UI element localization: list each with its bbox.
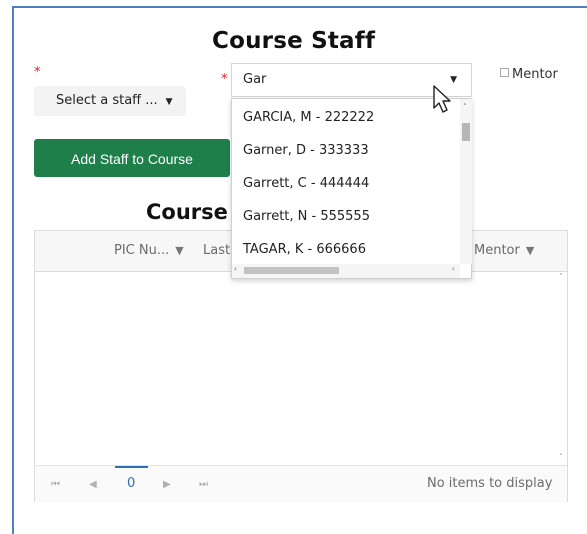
- page-title: Course Staff: [212, 28, 376, 54]
- mentor-checkbox-label: Mentor: [512, 67, 558, 82]
- scroll-down-icon[interactable]: ˅: [559, 453, 563, 461]
- grid-scrollbar[interactable]: ˄ ˅: [559, 271, 567, 465]
- required-marker-staff: *: [34, 65, 41, 80]
- scroll-left-icon[interactable]: ‹: [234, 265, 237, 273]
- column-label: Mentor: [474, 243, 520, 258]
- checkbox-box[interactable]: [500, 68, 509, 77]
- chevron-down-icon: ▼: [165, 97, 173, 107]
- dropdown-option[interactable]: Garner, D - 333333: [232, 134, 460, 167]
- column-label: PIC Nu...: [114, 243, 170, 258]
- section-title: Course: [146, 200, 228, 224]
- dropdown-option[interactable]: TAGAR, K - 666666: [232, 233, 460, 266]
- staff-select-value: Select a staff ...: [56, 93, 158, 108]
- current-page-indicator: [115, 466, 148, 468]
- pager-status: No items to display: [427, 476, 553, 491]
- dropdown-horizontal-scrollbar[interactable]: ‹ ›: [232, 264, 460, 278]
- required-marker-role: *: [221, 72, 228, 87]
- mouse-pointer-icon: [433, 85, 451, 113]
- scroll-thumb[interactable]: [462, 123, 470, 141]
- scroll-up-icon[interactable]: ˄: [463, 103, 467, 111]
- dropdown-option[interactable]: GARCIA, M - 222222: [232, 101, 460, 134]
- column-label: Last: [203, 243, 231, 258]
- grid-pager: ⏮ ◀ 0 ▶ ⏭ No items to display: [35, 465, 567, 502]
- filter-icon[interactable]: ▼: [175, 244, 183, 257]
- page-number[interactable]: 0: [127, 476, 135, 491]
- column-header-mentor[interactable]: Mentor ▼: [474, 243, 534, 258]
- dropdown-vertical-scrollbar[interactable]: ˄: [460, 99, 472, 264]
- first-page-icon[interactable]: ⏮: [51, 479, 60, 490]
- add-staff-button[interactable]: Add Staff to Course: [34, 139, 230, 177]
- dropdown-option[interactable]: Garrett, C - 444444: [232, 167, 460, 200]
- dropdown-option[interactable]: Garrett, N - 555555: [232, 200, 460, 233]
- last-page-icon[interactable]: ⏭: [199, 479, 208, 490]
- combobox-value: Gar: [243, 72, 267, 87]
- scroll-up-icon[interactable]: ˄: [559, 273, 563, 281]
- prev-page-icon[interactable]: ◀: [89, 479, 97, 490]
- filter-icon[interactable]: ▼: [526, 244, 534, 257]
- column-header-pic[interactable]: PIC Nu... ▼: [114, 243, 184, 258]
- staff-select[interactable]: Select a staff ... ▼: [34, 86, 186, 116]
- scroll-thumb[interactable]: [244, 267, 339, 274]
- column-header-last[interactable]: Last: [203, 243, 230, 258]
- next-page-icon[interactable]: ▶: [163, 479, 171, 490]
- staff-dropdown-list: GARCIA, M - 222222 Garner, D - 333333 Ga…: [231, 98, 472, 279]
- mentor-checkbox[interactable]: Mentor: [500, 67, 558, 82]
- scroll-right-icon[interactable]: ›: [452, 265, 455, 273]
